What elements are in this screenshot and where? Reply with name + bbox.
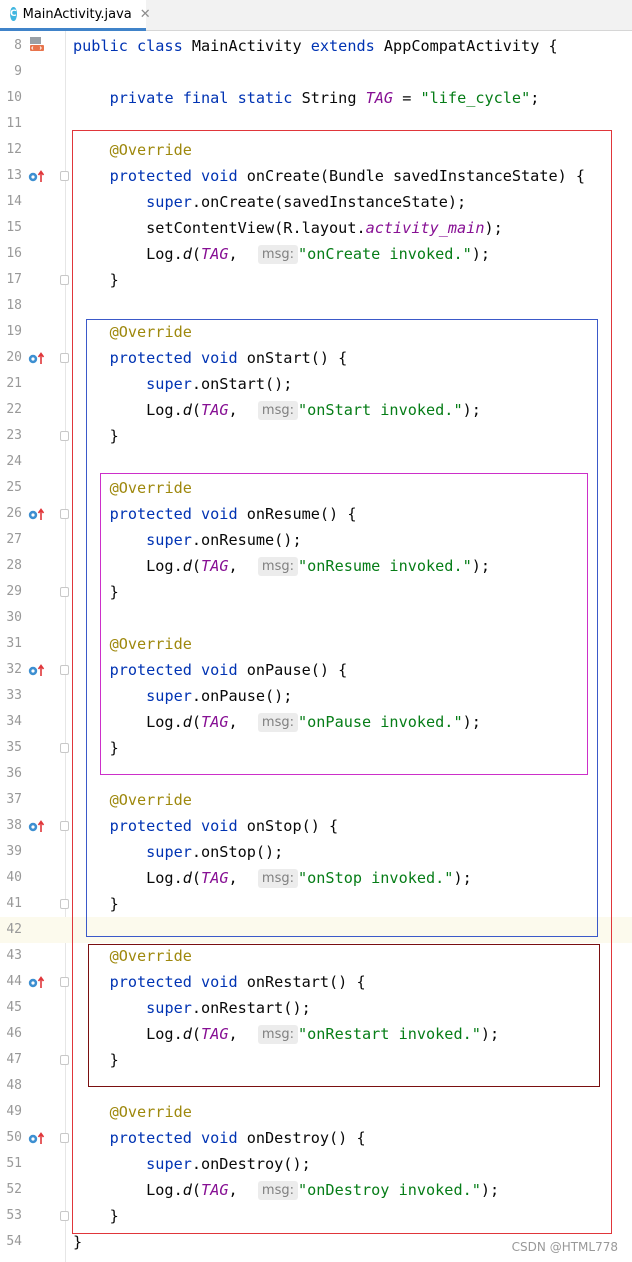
override-method-icon[interactable] [28,351,46,365]
override-method-icon[interactable] [28,819,46,833]
line-number: 43 [6,948,22,963]
code-text: private final static String TAG = "life_… [73,85,540,111]
line-number: 10 [6,90,22,105]
line-number: 54 [6,1234,22,1249]
line-number: 38 [6,818,22,833]
line-number: 17 [6,272,22,287]
fold-toggle-icon[interactable] [60,587,69,597]
line-number: 41 [6,896,22,911]
magenta-highlight-box [100,473,588,775]
line-number: 12 [6,142,22,157]
line-number: 18 [6,298,22,313]
fold-toggle-icon[interactable] [60,743,69,753]
line-number: 45 [6,1000,22,1015]
code-line[interactable]: 8 public class MainActivity extends AppCo… [0,33,632,59]
fold-toggle-icon[interactable] [60,1055,69,1065]
code-token: String [301,89,366,107]
line-number: 36 [6,766,22,781]
line-number: 9 [14,64,22,79]
line-number: 24 [6,454,22,469]
fold-toggle-icon[interactable] [60,1211,69,1221]
line-number: 33 [6,688,22,703]
line-number: 53 [6,1208,22,1223]
line-number: 28 [6,558,22,573]
fold-toggle-icon[interactable] [60,977,69,987]
code-line[interactable]: 9 [0,59,632,85]
code-token: TAG [365,89,394,107]
code-token: AppCompatActivity { [383,37,558,55]
line-number: 50 [6,1130,22,1145]
fold-toggle-icon[interactable] [60,665,69,675]
line-number: 31 [6,636,22,651]
code-text: public class MainActivity extends AppCom… [73,33,558,59]
watermark: CSDN @HTML778 [511,1240,618,1254]
line-number: 14 [6,194,22,209]
tab-label: MainActivity.java [22,6,132,22]
line-number: 35 [6,740,22,755]
fold-toggle-icon[interactable] [60,431,69,441]
code-token: ; [530,89,540,107]
dark-red-highlight-box [88,944,600,1087]
line-number: 13 [6,168,22,183]
line-number: 20 [6,350,22,365]
override-method-icon[interactable] [28,507,46,521]
line-number: 48 [6,1078,22,1093]
line-number: 40 [6,870,22,885]
line-number: 34 [6,714,22,729]
fold-toggle-icon[interactable] [60,899,69,909]
layout-file-icon[interactable] [28,34,46,54]
line-number: 49 [6,1104,22,1119]
code-token: public class [73,37,192,55]
line-number: 15 [6,220,22,235]
code-token: "life_cycle" [420,89,531,107]
code-token: extends [310,37,384,55]
code-token: = [393,89,421,107]
line-number: 19 [6,324,22,339]
line-number: 51 [6,1156,22,1171]
override-method-icon[interactable] [28,1131,46,1145]
line-number: 8 [14,38,22,53]
line-number: 16 [6,246,22,261]
java-class-icon: C [10,7,17,21]
close-icon[interactable]: ✕ [140,7,151,22]
tab-mainactivity[interactable]: C MainActivity.java ✕ [0,0,151,31]
override-method-icon[interactable] [28,169,46,183]
line-number: 27 [6,532,22,547]
override-method-icon[interactable] [28,663,46,677]
line-number: 21 [6,376,22,391]
line-number: 11 [6,116,22,131]
line-number: 44 [6,974,22,989]
override-method-icon[interactable] [28,975,46,989]
line-number: 25 [6,480,22,495]
line-number: 22 [6,402,22,417]
line-number: 39 [6,844,22,859]
line-number: 47 [6,1052,22,1067]
fold-toggle-icon[interactable] [60,509,69,519]
line-number: 26 [6,506,22,521]
line-number: 52 [6,1182,22,1197]
fold-toggle-icon[interactable] [60,821,69,831]
fold-toggle-icon[interactable] [60,353,69,363]
line-number: 46 [6,1026,22,1041]
line-number: 32 [6,662,22,677]
fold-toggle-icon[interactable] [60,275,69,285]
editor-tab-bar: C MainActivity.java ✕ [0,0,632,31]
line-number: 29 [6,584,22,599]
line-number: 42 [6,922,22,937]
code-token: } [73,1233,83,1251]
line-number: 37 [6,792,22,807]
code-token: private final static [109,89,302,107]
code-line[interactable]: 10 private final static String TAG = "li… [0,85,632,111]
fold-toggle-icon[interactable] [60,1133,69,1143]
fold-toggle-icon[interactable] [60,171,69,181]
line-number: 23 [6,428,22,443]
code-token: MainActivity [191,37,311,55]
line-number: 30 [6,610,22,625]
